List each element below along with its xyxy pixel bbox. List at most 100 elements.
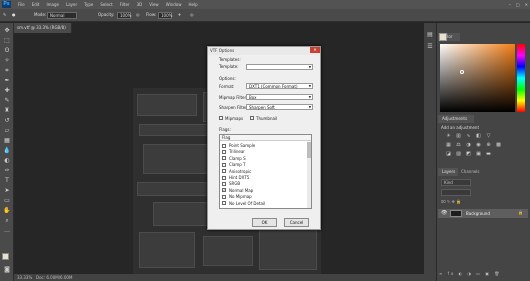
ok-button[interactable]: OK xyxy=(252,218,277,227)
flags-list[interactable]: Flag Point Sample Trilinear Clamp S Clamp T… xyxy=(219,134,312,209)
eyedropper-tool-icon[interactable]: ✒ xyxy=(3,77,11,84)
close-window-button[interactable]: ✕ xyxy=(525,1,528,8)
menu-item-select[interactable]: Select xyxy=(100,0,112,9)
history-brush-tool-icon[interactable]: ↺ xyxy=(3,117,11,124)
shape-tool-icon[interactable]: ▭ xyxy=(3,197,11,204)
opacity-field[interactable]: 100% xyxy=(117,12,131,19)
thumbnail-checkbox[interactable]: ✓ xyxy=(250,116,254,120)
pressure-size-icon[interactable]: ◎ xyxy=(190,11,194,19)
tab-layers[interactable]: Layers xyxy=(438,168,458,176)
flag-checkbox[interactable] xyxy=(222,181,226,186)
properties-panel-icon[interactable]: ☰ xyxy=(426,43,434,50)
sharpen-filter-select[interactable]: Sharpen Soft ▼ xyxy=(246,104,313,110)
healing-brush-tool-icon[interactable]: ✚ xyxy=(3,87,11,94)
color-picker-cursor[interactable] xyxy=(460,70,464,74)
menu-item-3d[interactable]: 3D xyxy=(137,0,143,9)
menu-item-edit[interactable]: Edit xyxy=(32,0,40,9)
crop-tool-icon[interactable]: ⌗ xyxy=(3,67,11,74)
eraser-tool-icon[interactable]: ▱ xyxy=(3,127,11,134)
brush-tool-icon[interactable]: ✎ xyxy=(3,11,6,19)
format-select[interactable]: DXT1 (Common Format) ▼ xyxy=(246,83,313,89)
tab-channels[interactable]: Channels xyxy=(461,168,480,176)
menu-item-view[interactable]: View xyxy=(149,0,159,9)
more-tools-icon[interactable]: … xyxy=(3,227,11,234)
history-panel-icon[interactable]: ▤ xyxy=(426,31,434,38)
invert-icon[interactable]: ◪ xyxy=(445,151,452,157)
flag-checkbox[interactable] xyxy=(222,143,226,148)
hue-slider[interactable] xyxy=(517,44,525,112)
pen-tool-icon[interactable]: ✑ xyxy=(3,167,11,174)
exposure-icon[interactable]: ◧ xyxy=(475,133,482,139)
flow-field[interactable]: 100% xyxy=(158,12,172,19)
menu-item-filter[interactable]: Filter xyxy=(120,0,130,9)
gradient-tool-icon[interactable]: ▦ xyxy=(3,137,11,144)
flag-checkbox[interactable]: ✓ xyxy=(222,188,226,193)
vibrance-icon[interactable]: ▽ xyxy=(485,133,492,139)
photo-filter-icon[interactable]: ◉ xyxy=(475,142,482,148)
mode-select[interactable]: Normal xyxy=(47,12,77,19)
path-select-tool-icon[interactable]: ➤ xyxy=(3,187,11,194)
gradient-map-icon[interactable]: ▬ xyxy=(485,151,492,157)
flag-checkbox[interactable] xyxy=(222,149,226,154)
hand-tool-icon[interactable]: ✋ xyxy=(3,207,11,214)
quick-select-tool-icon[interactable]: ✧ xyxy=(3,57,11,64)
selective-color-icon[interactable]: ▣ xyxy=(475,151,482,157)
flag-checkbox[interactable] xyxy=(222,201,226,206)
foreground-color-swatch[interactable] xyxy=(2,253,9,260)
posterize-icon[interactable]: ▨ xyxy=(455,151,462,157)
blur-tool-icon[interactable]: 💧 xyxy=(3,147,11,154)
blend-mode-select[interactable] xyxy=(441,189,471,196)
flag-checkbox[interactable] xyxy=(222,169,226,174)
clone-stamp-tool-icon[interactable]: ♜ xyxy=(3,107,11,114)
black-white-icon[interactable]: ◑ xyxy=(465,142,472,148)
template-select[interactable]: ▼ xyxy=(246,64,313,70)
dodge-tool-icon[interactable]: ◐ xyxy=(3,157,11,164)
color-panel-fg-swatch[interactable] xyxy=(439,33,447,41)
lasso-tool-icon[interactable]: ʘ xyxy=(3,47,11,54)
tab-adjustments[interactable]: Adjustments xyxy=(438,115,474,123)
menu-item-help[interactable]: Help xyxy=(188,0,197,9)
maximize-button[interactable]: □ xyxy=(516,1,520,8)
type-tool-icon[interactable]: T xyxy=(3,177,11,184)
menu-item-layer[interactable]: Layer xyxy=(66,0,77,9)
menu-item-file[interactable]: File xyxy=(18,0,25,9)
brightness-icon[interactable]: ☀ xyxy=(445,133,452,139)
mipmaps-checkbox[interactable]: ✓ xyxy=(219,116,223,120)
flag-checkbox[interactable] xyxy=(222,156,226,161)
flags-scroll-thumb[interactable] xyxy=(307,142,311,158)
menu-item-type[interactable]: Type xyxy=(84,0,93,9)
curves-icon[interactable]: ∿ xyxy=(465,133,472,139)
menu-item-window[interactable]: Window xyxy=(166,0,182,9)
cancel-button[interactable]: Cancel xyxy=(284,218,309,227)
airbrush-icon[interactable]: ✈ xyxy=(178,11,181,19)
visibility-eye-icon[interactable]: 👁 xyxy=(441,210,447,216)
levels-icon[interactable]: ▥ xyxy=(455,133,462,139)
brush-preset-icon[interactable]: ● xyxy=(12,11,16,19)
mipmap-filter-select[interactable]: Box ▼ xyxy=(246,94,313,100)
layer-filter-select[interactable]: Kind xyxy=(441,179,471,186)
move-tool-icon[interactable]: ✥ xyxy=(3,27,11,34)
layer-row-background[interactable]: 👁 Background 🔒 xyxy=(438,209,528,218)
color-picker-field[interactable] xyxy=(440,44,515,112)
mipmaps-label: Mipmaps xyxy=(225,116,244,121)
color-lookup-icon[interactable]: ▩ xyxy=(495,142,502,148)
zoom-tool-icon[interactable]: ⌕ xyxy=(3,217,11,224)
pressure-opacity-icon[interactable]: ◎ xyxy=(136,11,140,19)
flag-checkbox[interactable] xyxy=(222,162,226,167)
color-balance-icon[interactable]: ⚖ xyxy=(455,142,462,148)
quick-mask-icon[interactable]: ◙ xyxy=(3,266,11,273)
channel-mixer-icon[interactable]: ⊕ xyxy=(485,142,492,148)
flag-checkbox[interactable] xyxy=(222,194,226,199)
document-tab[interactable]: sm.vtf @ 33.3% (RGB/8) xyxy=(14,23,72,33)
marquee-tool-icon[interactable]: ⬚ xyxy=(3,37,11,44)
flags-column-header[interactable]: Flag xyxy=(220,135,311,141)
zoom-readout[interactable]: 33.33% xyxy=(17,274,32,281)
menu-item-image[interactable]: Image xyxy=(46,0,59,9)
brush-tool-icon-2[interactable]: ✎ xyxy=(3,97,11,104)
hue-saturation-icon[interactable]: ▦ xyxy=(445,142,452,148)
dialog-close-button[interactable]: ✕ xyxy=(310,47,320,53)
flag-checkbox[interactable] xyxy=(222,175,226,180)
flags-scrollbar[interactable] xyxy=(307,142,311,208)
minimize-button[interactable]: – xyxy=(509,1,511,8)
threshold-icon[interactable]: ◩ xyxy=(465,151,472,157)
